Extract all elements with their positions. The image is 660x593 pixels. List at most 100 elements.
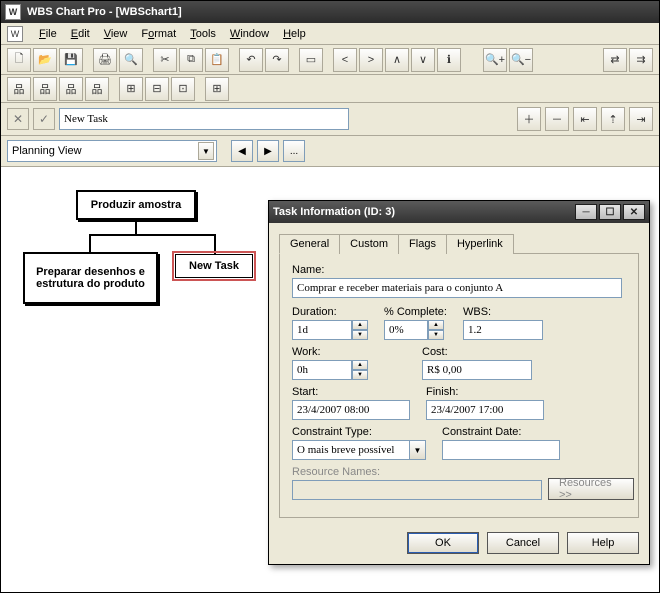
add-right-icon[interactable]: ⇥ — [629, 107, 653, 131]
arrow-up-icon[interactable]: ∧ — [385, 48, 409, 72]
help-button[interactable]: Help — [567, 532, 639, 554]
close-icon[interactable]: ✕ — [623, 204, 645, 220]
new-icon[interactable]: 🗋 — [7, 48, 31, 72]
tab-hyperlink[interactable]: Hyperlink — [446, 234, 514, 254]
maximize-icon[interactable]: ☐ — [599, 204, 621, 220]
arrow-left-icon[interactable]: < — [333, 48, 357, 72]
work-field[interactable] — [292, 360, 352, 380]
cost-field[interactable] — [422, 360, 532, 380]
link-b-icon[interactable]: ⇉ — [629, 48, 653, 72]
wbs-root-node[interactable]: Produzir amostra — [76, 190, 196, 220]
arrow-right-icon[interactable]: > — [359, 48, 383, 72]
preview-icon[interactable]: 🔍 — [119, 48, 143, 72]
ok-button[interactable]: OK — [407, 532, 479, 554]
finish-field[interactable] — [426, 400, 544, 420]
label-wbs: WBS: — [463, 306, 543, 318]
cancel-edit-icon[interactable]: ✕ — [7, 108, 29, 130]
print-icon[interactable]: 🖨 — [93, 48, 117, 72]
spin-up-icon[interactable]: ▲ — [428, 320, 444, 330]
menu-edit[interactable]: Edit — [65, 26, 96, 42]
label-cost: Cost: — [422, 346, 532, 358]
box-icon[interactable]: ▭ — [299, 48, 323, 72]
toolbar-structure: 品 品 品 品 ⊞ ⊟ ⊡ ⊞ — [1, 75, 659, 103]
spin-down-icon[interactable]: ▼ — [352, 370, 368, 380]
open-icon[interactable]: 📂 — [33, 48, 57, 72]
struct5-icon[interactable]: ⊞ — [119, 77, 143, 101]
struct6-icon[interactable]: ⊟ — [145, 77, 169, 101]
resources-button[interactable]: Resources >> — [548, 478, 634, 500]
menu-file[interactable]: File — [33, 26, 63, 42]
prev-view-icon[interactable]: ◀ — [231, 140, 253, 162]
add-plus-icon[interactable]: ＋ — [517, 107, 541, 131]
menu-window[interactable]: Window — [224, 26, 275, 42]
accept-edit-icon[interactable]: ✓ — [33, 108, 55, 130]
menu-help[interactable]: Help — [277, 26, 312, 42]
undo-icon[interactable]: ↶ — [239, 48, 263, 72]
view-dropdown-value: Planning View — [12, 145, 82, 157]
add-left-icon[interactable]: ⇤ — [573, 107, 597, 131]
tab-general[interactable]: General — [279, 234, 340, 254]
tab-panel-general: Name: Duration: ▲▼ % Complete: ▲▼ — [279, 254, 639, 518]
paste-icon[interactable]: 📋 — [205, 48, 229, 72]
spin-up-icon[interactable]: ▲ — [352, 360, 368, 370]
start-field[interactable] — [292, 400, 410, 420]
spin-up-icon[interactable]: ▲ — [352, 320, 368, 330]
dialog-titlebar[interactable]: Task Information (ID: 3) ─ ☐ ✕ — [269, 201, 649, 223]
link-a-icon[interactable]: ⇄ — [603, 48, 627, 72]
spin-down-icon[interactable]: ▼ — [352, 330, 368, 340]
more-views-button[interactable]: ... — [283, 140, 305, 162]
wbs-child-node[interactable]: Preparar desenhos e estrutura do produto — [23, 252, 158, 304]
info-icon[interactable]: ℹ — [437, 48, 461, 72]
label-ctype: Constraint Type: — [292, 426, 426, 438]
label-name: Name: — [292, 264, 626, 276]
minimize-icon[interactable]: ─ — [575, 204, 597, 220]
duration-stepper[interactable]: ▲▼ — [292, 320, 368, 340]
menu-format[interactable]: Format — [135, 26, 182, 42]
label-pct: % Complete: — [384, 306, 447, 318]
struct8-icon[interactable]: ⊞ — [205, 77, 229, 101]
cancel-button[interactable]: Cancel — [487, 532, 559, 554]
struct2-icon[interactable]: 品 — [33, 77, 57, 101]
view-dropdown[interactable]: Planning View ▼ — [7, 140, 217, 162]
duration-field[interactable] — [292, 320, 352, 340]
name-bar: ✕ ✓ ＋ － ⇤ ⇡ ⇥ — [1, 103, 659, 136]
zoom-in-icon[interactable]: 🔍+ — [483, 48, 507, 72]
cdate-field[interactable] — [442, 440, 560, 460]
task-name-input[interactable] — [59, 108, 349, 130]
arrow-down-icon[interactable]: ∨ — [411, 48, 435, 72]
constraint-type-select[interactable]: ▼ — [292, 440, 426, 460]
struct4-icon[interactable]: 品 — [85, 77, 109, 101]
cut-icon[interactable]: ✂ — [153, 48, 177, 72]
label-cdate: Constraint Date: — [442, 426, 560, 438]
connector — [135, 222, 137, 234]
menu-tools[interactable]: Tools — [184, 26, 222, 42]
wbs-child1-label: Preparar desenhos e estrutura do produto — [33, 266, 148, 290]
name-field[interactable] — [292, 278, 622, 298]
view-bar: Planning View ▼ ◀ ▶ ... — [1, 136, 659, 167]
copy-icon[interactable]: ⧉ — [179, 48, 203, 72]
work-stepper[interactable]: ▲▼ — [292, 360, 368, 380]
tab-custom[interactable]: Custom — [339, 234, 399, 254]
struct7-icon[interactable]: ⊡ — [171, 77, 195, 101]
menubar: W File Edit View Format Tools Window Hel… — [1, 23, 659, 45]
add-up-icon[interactable]: ⇡ — [601, 107, 625, 131]
label-res: Resource Names: — [292, 466, 542, 478]
redo-icon[interactable]: ↷ — [265, 48, 289, 72]
connector — [214, 234, 216, 254]
pct-field[interactable] — [384, 320, 428, 340]
menu-view[interactable]: View — [98, 26, 134, 42]
struct3-icon[interactable]: 品 — [59, 77, 83, 101]
wbs-child-node-selected[interactable]: New Task — [175, 254, 253, 278]
save-icon[interactable]: 💾 — [59, 48, 83, 72]
toolbar-main: 🗋 📂 💾 🖨 🔍 ✂ ⧉ 📋 ↶ ↷ ▭ < > ∧ ∨ ℹ 🔍+ 🔍− ⇄ … — [1, 45, 659, 75]
zoom-out-icon[interactable]: 🔍− — [509, 48, 533, 72]
wbs-field[interactable] — [463, 320, 543, 340]
ctype-field[interactable] — [292, 440, 410, 460]
next-view-icon[interactable]: ▶ — [257, 140, 279, 162]
chevron-down-icon: ▼ — [410, 440, 426, 460]
tab-flags[interactable]: Flags — [398, 234, 447, 254]
add-minus-icon[interactable]: － — [545, 107, 569, 131]
pct-stepper[interactable]: ▲▼ — [384, 320, 447, 340]
spin-down-icon[interactable]: ▼ — [428, 330, 444, 340]
struct1-icon[interactable]: 品 — [7, 77, 31, 101]
